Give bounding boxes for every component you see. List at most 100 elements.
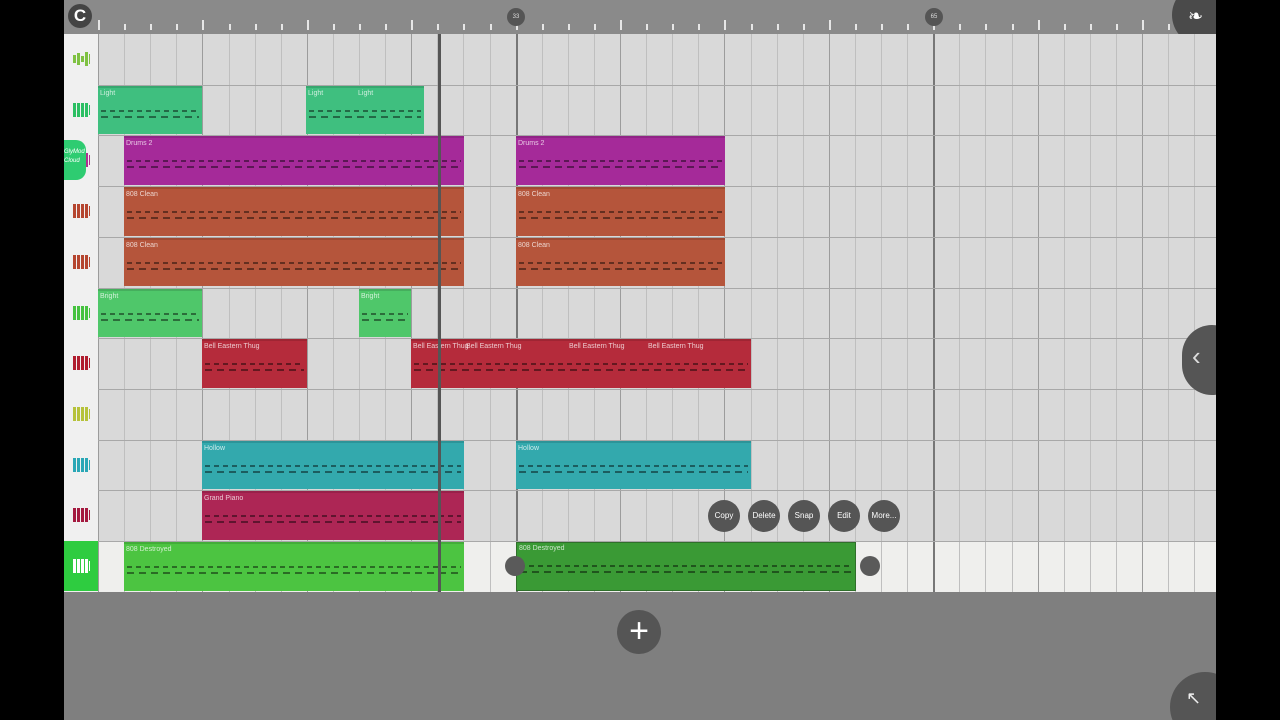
ruler-tick — [672, 24, 675, 30]
ruler-tick — [881, 24, 883, 30]
ruler-tick — [750, 24, 753, 30]
piano-icon[interactable] — [64, 541, 98, 591]
plugin-cloud-tab[interactable]: GlyMod Cloud — [64, 140, 86, 180]
clip-bell-eastern-thug[interactable]: Bell Eastern Thug — [202, 339, 307, 388]
ruler-tick — [98, 20, 100, 30]
piano-icon[interactable] — [64, 288, 98, 338]
ruler-tick — [150, 24, 153, 30]
clip-label: Bell Eastern Thug — [204, 343, 260, 351]
ruler-tick — [1089, 24, 1092, 30]
ruler-tick — [1168, 24, 1171, 30]
ruler-tick — [306, 20, 309, 30]
clip-sublabel: Bell Eastern Thug — [569, 343, 625, 351]
clip-hollow[interactable]: Hollow — [516, 440, 751, 490]
loop-marker-65[interactable]: 65 — [925, 8, 943, 26]
loop-marker-33[interactable]: 33 — [507, 8, 525, 26]
clip-drums-2[interactable]: Drums 2 — [516, 136, 725, 186]
drum-pad-icon[interactable] — [64, 186, 98, 236]
ruler-tick — [620, 20, 622, 30]
piano-icon[interactable] — [64, 85, 98, 135]
clip-light[interactable]: Light — [98, 85, 202, 135]
ruler-tick — [776, 24, 779, 30]
clip-label: 808 Destroyed — [126, 546, 172, 553]
daw-app: C 33 65 ❧ GlyMod Cloud Light Light Light Dr… — [64, 0, 1216, 720]
clip-bell-eastern-thug[interactable]: Bell Eastern Thug Bell Eastern Thug Bell E… — [411, 339, 751, 388]
playhead[interactable] — [438, 34, 441, 592]
timeline-ruler[interactable]: C 33 65 ❧ — [64, 0, 1216, 46]
clip-label: 808 Clean — [126, 241, 158, 249]
ruler-tick — [359, 24, 361, 30]
ruler-tick — [437, 24, 440, 30]
clip-808-destroyed[interactable]: 808 Destroyed — [516, 542, 856, 591]
clip-label: Grand Piano — [204, 495, 244, 503]
ruler-tick — [411, 20, 414, 30]
ruler-tick — [228, 24, 231, 30]
app-logo-button[interactable]: C — [68, 4, 92, 28]
clip-808-clean[interactable]: 808 Clean — [124, 187, 464, 236]
copy-button[interactable]: Copy — [708, 500, 740, 532]
clip-sublabel: Bell Eastern Thug — [466, 343, 522, 351]
ruler-tick — [985, 24, 988, 30]
clip-left-resize-handle[interactable] — [505, 556, 525, 576]
ruler-tick — [959, 24, 962, 30]
ruler-tick — [489, 24, 492, 30]
track-headers — [64, 34, 98, 592]
clip-808-clean[interactable]: 808 Clean — [124, 237, 464, 287]
clip-label: 808 Destroyed — [519, 545, 565, 552]
clip-sublabel: Bell Eastern Thug — [648, 343, 704, 351]
clip-808-destroyed[interactable]: 808 Destroyed — [124, 542, 464, 591]
ruler-tick — [828, 20, 831, 30]
ruler-tick — [463, 24, 466, 30]
arrangement-grid[interactable]: Light Light Light Drums 2 Drums 2 808 Clean 80… — [98, 34, 1216, 592]
clip-drums-2[interactable]: Drums 2 — [124, 136, 464, 186]
ruler-tick — [698, 24, 701, 30]
clip-label: Drums 2 — [126, 140, 153, 148]
ruler-tick — [202, 20, 205, 30]
ruler-tick — [907, 24, 910, 30]
clip-light[interactable]: Light Light — [306, 85, 424, 135]
clip-label: Light — [100, 89, 116, 97]
ruler-tick — [541, 24, 544, 30]
drum-pad-icon[interactable] — [64, 237, 98, 287]
more-button[interactable]: More... — [868, 500, 900, 532]
clip-label: Hollow — [204, 444, 226, 452]
clip-right-resize-handle[interactable] — [860, 556, 880, 576]
clip-808-clean[interactable]: 808 Clean — [516, 187, 725, 236]
clip-bright[interactable]: Bright — [359, 288, 411, 338]
ruler-tick — [854, 24, 857, 30]
piano-icon[interactable] — [64, 440, 98, 490]
ruler-tick — [1115, 24, 1118, 30]
ruler-tick — [802, 24, 805, 30]
clip-bright[interactable]: Bright — [98, 288, 202, 338]
arrow-expand-icon: ↖ — [1186, 688, 1202, 708]
add-track-button[interactable]: + — [617, 610, 661, 654]
clip-label: Bright — [361, 292, 380, 300]
ruler-tick — [593, 24, 596, 30]
piano-icon[interactable] — [64, 338, 98, 388]
ruler-tick — [280, 24, 283, 30]
edit-button[interactable]: Edit — [828, 500, 860, 532]
snap-button[interactable]: Snap — [788, 500, 820, 532]
ruler-tick — [1011, 24, 1014, 30]
chevron-left-icon: ‹ — [1192, 341, 1201, 371]
delete-button[interactable]: Delete — [748, 500, 780, 532]
ruler-tick — [724, 20, 727, 30]
clip-label: Light — [308, 89, 324, 97]
mascot-icon: ❧ — [1188, 6, 1204, 26]
ruler-tick — [124, 24, 127, 30]
clip-label: Hollow — [518, 444, 540, 452]
clip-label: 808 Clean — [518, 191, 550, 199]
clip-808-clean[interactable]: 808 Clean — [516, 237, 725, 287]
clip-grand-piano[interactable]: Grand Piano — [202, 491, 464, 540]
expand-button[interactable]: ↖ — [1170, 672, 1216, 720]
clip-hollow[interactable]: Hollow — [202, 440, 464, 490]
ruler-tick — [1063, 24, 1066, 30]
ruler-tick — [646, 24, 649, 30]
piano-icon[interactable] — [64, 490, 98, 540]
equalizer-icon[interactable] — [64, 34, 98, 84]
ruler-tick — [567, 24, 570, 30]
piano-icon[interactable] — [64, 389, 98, 439]
ruler-tick — [254, 24, 257, 30]
ruler-tick — [1037, 20, 1040, 30]
ruler-tick — [1142, 20, 1144, 30]
